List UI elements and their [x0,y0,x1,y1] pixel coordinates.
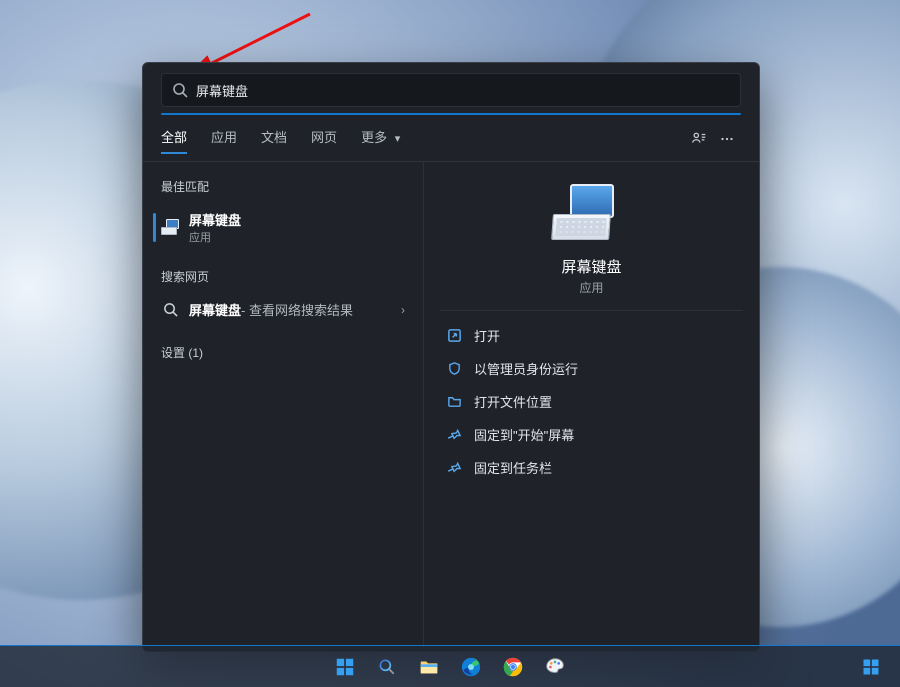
start-search-panel: 全部 应用 文档 网页 更多 ▾ 最佳匹配 [142,62,760,652]
search-row [143,63,759,113]
action-label: 以管理员身份运行 [474,359,578,378]
action-label: 打开文件位置 [474,392,552,411]
result-best-match[interactable]: 屏幕键盘 应用 [143,203,423,252]
search-in-org-button[interactable] [685,125,713,153]
action-label: 固定到"开始"屏幕 [474,425,574,444]
content-split: 最佳匹配 屏幕键盘 应用 搜索网页 屏幕键盘 [143,162,759,651]
action-open-file-location[interactable]: 打开文件位置 [440,385,743,418]
taskbar-start-button[interactable] [328,650,362,684]
section-header-settings: 设置 (1) [143,338,423,369]
tab-label: 全部 [161,130,187,145]
taskbar-edge-button[interactable] [454,650,488,684]
tab-apps[interactable]: 应用 [211,127,237,152]
more-options-button[interactable] [713,125,741,153]
action-pin-to-start[interactable]: 固定到"开始"屏幕 [440,418,743,451]
tabs-row: 全部 应用 文档 网页 更多 ▾ [143,115,759,161]
tab-web[interactable]: 网页 [311,127,337,152]
result-web-prefix: 屏幕键盘 [189,300,241,319]
chevron-down-icon: ▾ [395,133,401,145]
section-header-web: 搜索网页 [143,262,423,293]
action-open[interactable]: 打开 [440,319,743,352]
tab-all[interactable]: 全部 [161,127,187,152]
section-header-best-match: 最佳匹配 [143,172,423,203]
tab-documents[interactable]: 文档 [261,127,287,152]
pin-icon [446,427,462,443]
result-web-search[interactable]: 屏幕键盘 - 查看网络搜索结果 › [143,293,423,326]
result-title: 屏幕键盘 [189,210,241,229]
search-icon [172,82,188,98]
result-web-suffix: - 查看网络搜索结果 [241,300,353,319]
search-icon [161,301,179,319]
search-box[interactable] [161,73,741,107]
divider [440,310,743,311]
preview-pane: 屏幕键盘 应用 打开 以管理员身份运行 [423,162,759,651]
action-pin-to-taskbar[interactable]: 固定到任务栏 [440,451,743,484]
folder-icon [446,394,462,410]
result-subtitle: 应用 [189,229,241,245]
taskbar-explorer-button[interactable] [412,650,446,684]
taskbar-search-button[interactable] [370,650,404,684]
preview-title: 屏幕键盘 [440,256,743,277]
action-label: 固定到任务栏 [474,458,552,477]
preview-app-icon [552,184,632,244]
tab-more[interactable]: 更多 ▾ [361,127,400,152]
open-icon [446,328,462,344]
tab-label: 文档 [261,130,287,145]
taskbar [0,645,900,687]
filter-tabs: 全部 应用 文档 网页 更多 ▾ [161,127,400,152]
chevron-right-icon: › [401,303,405,317]
pin-icon [446,460,462,476]
search-input[interactable] [196,83,730,98]
results-pane: 最佳匹配 屏幕键盘 应用 搜索网页 屏幕键盘 [143,162,423,651]
preview-subtitle: 应用 [440,279,743,296]
tab-label: 应用 [211,130,237,145]
taskbar-chrome-button[interactable] [496,650,530,684]
app-icon [161,219,179,237]
taskbar-paint-button[interactable] [538,650,572,684]
taskbar-tray [854,646,888,687]
shield-icon [446,361,462,377]
tab-label: 网页 [311,130,337,145]
action-label: 打开 [474,326,500,345]
tab-label: 更多 [361,130,387,145]
taskbar-start-button-right[interactable] [854,650,888,684]
action-run-as-admin[interactable]: 以管理员身份运行 [440,352,743,385]
